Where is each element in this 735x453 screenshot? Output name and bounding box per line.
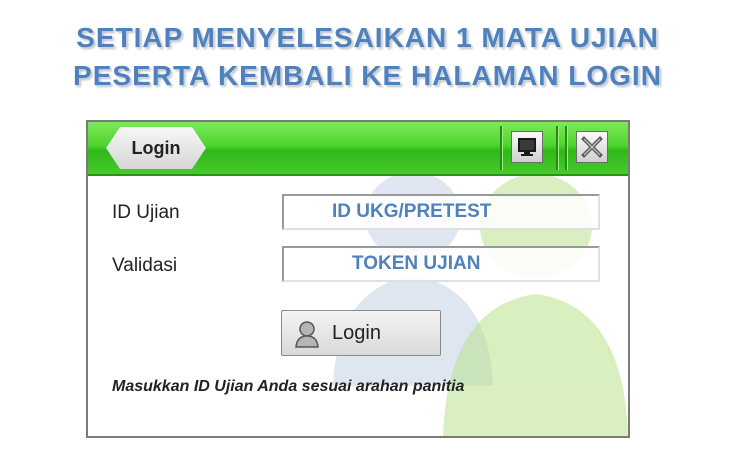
title-tab: Login <box>106 127 206 169</box>
monitor-button[interactable] <box>511 131 543 163</box>
close-button[interactable] <box>576 131 608 163</box>
headline-line-2: PESERTA KEMBALI KE HALAMAN LOGIN <box>73 60 662 91</box>
title-bar-separator <box>565 126 567 170</box>
user-icon <box>295 321 319 348</box>
headline-line-1: SETIAP MENYELESAIKAN 1 MATA UJIAN <box>76 22 659 53</box>
login-button[interactable]: Login <box>281 310 441 356</box>
instruction-note: Masukkan ID Ujian Anda sesuai arahan pan… <box>112 378 465 395</box>
id-ujian-label: ID Ujian <box>112 202 180 223</box>
validasi-value: TOKEN UJIAN <box>352 253 481 274</box>
monitor-icon <box>518 138 536 156</box>
close-icon <box>581 136 603 158</box>
id-ujian-value: ID UKG/PRETEST <box>332 201 492 222</box>
id-ujian-input[interactable]: ID UKG/PRETEST <box>282 194 600 230</box>
window-title: Login <box>131 138 181 158</box>
login-window: Login ID Ujian ID UKG/PRETEST Validasi T… <box>86 120 630 438</box>
validasi-label: Validasi <box>112 255 178 276</box>
title-bar-separator <box>556 126 558 170</box>
title-bar-separator <box>500 126 502 170</box>
login-button-label: Login <box>332 322 381 344</box>
title-bar: Login <box>88 122 628 176</box>
validasi-input[interactable]: TOKEN UJIAN <box>282 246 600 282</box>
